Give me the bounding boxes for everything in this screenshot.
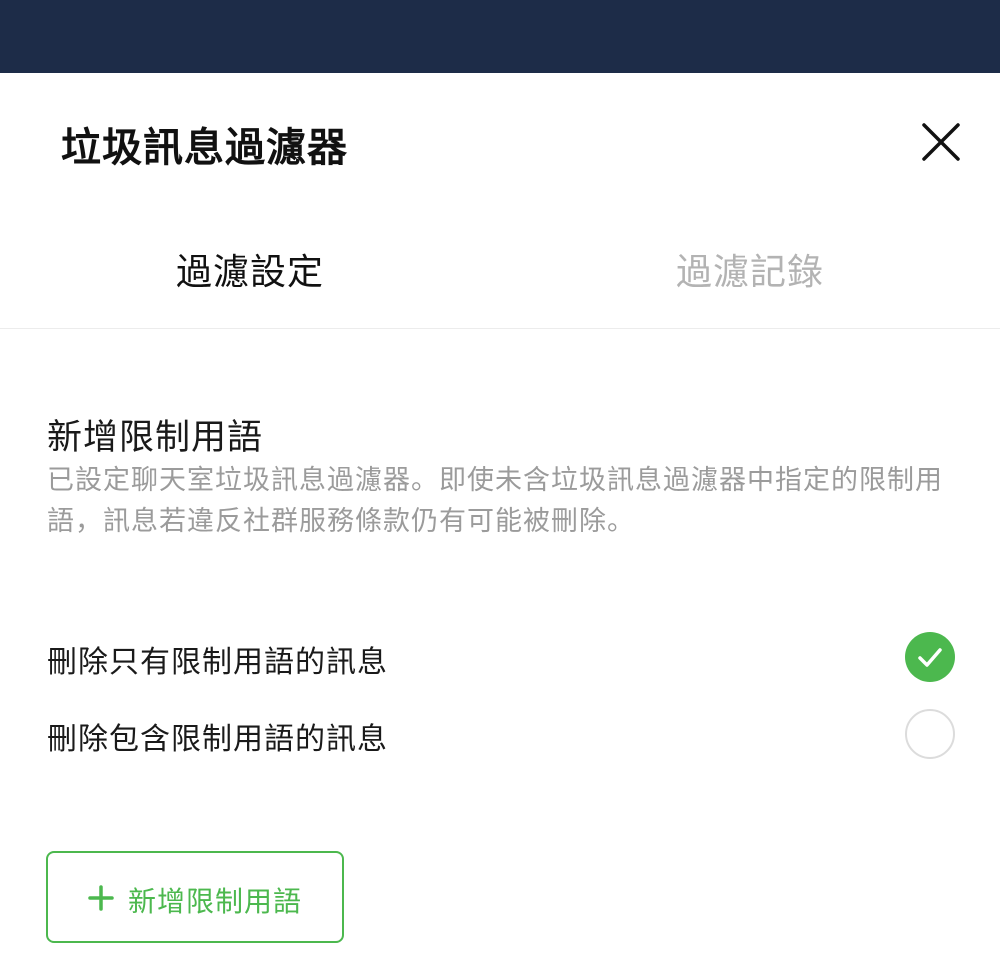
close-icon bbox=[922, 123, 960, 161]
tab-filter-settings[interactable]: 過濾設定 bbox=[0, 243, 500, 295]
radio-checked-icon[interactable] bbox=[905, 632, 955, 682]
section-title: 新增限制用語 bbox=[47, 418, 264, 458]
dialog-header: 垃圾訊息過濾器 bbox=[0, 73, 1000, 213]
option-delete-only-restricted[interactable]: 刪除只有限制用語的訊息 bbox=[0, 625, 1000, 689]
add-restricted-word-button[interactable]: 新增限制用語 bbox=[46, 851, 344, 943]
option-label: 刪除包含限制用語的訊息 bbox=[47, 722, 388, 757]
radio-unchecked-icon[interactable] bbox=[905, 709, 955, 759]
option-label: 刪除只有限制用語的訊息 bbox=[47, 645, 388, 680]
tab-filter-log[interactable]: 過濾記錄 bbox=[500, 243, 1000, 295]
top-status-bar bbox=[0, 0, 1000, 73]
section-description: 已設定聊天室垃圾訊息過濾器。即使未含垃圾訊息過濾器中指定的限制用語，訊息若違反社… bbox=[47, 465, 943, 537]
checkmark-icon bbox=[918, 648, 942, 667]
close-button[interactable] bbox=[918, 119, 964, 165]
plus-icon bbox=[88, 885, 114, 911]
page-title: 垃圾訊息過濾器 bbox=[61, 125, 348, 171]
tab-bar: 過濾設定 過濾記錄 bbox=[0, 213, 1000, 329]
option-delete-containing-restricted[interactable]: 刪除包含限制用語的訊息 bbox=[0, 702, 1000, 766]
add-button-label: 新增限制用語 bbox=[128, 885, 303, 918]
